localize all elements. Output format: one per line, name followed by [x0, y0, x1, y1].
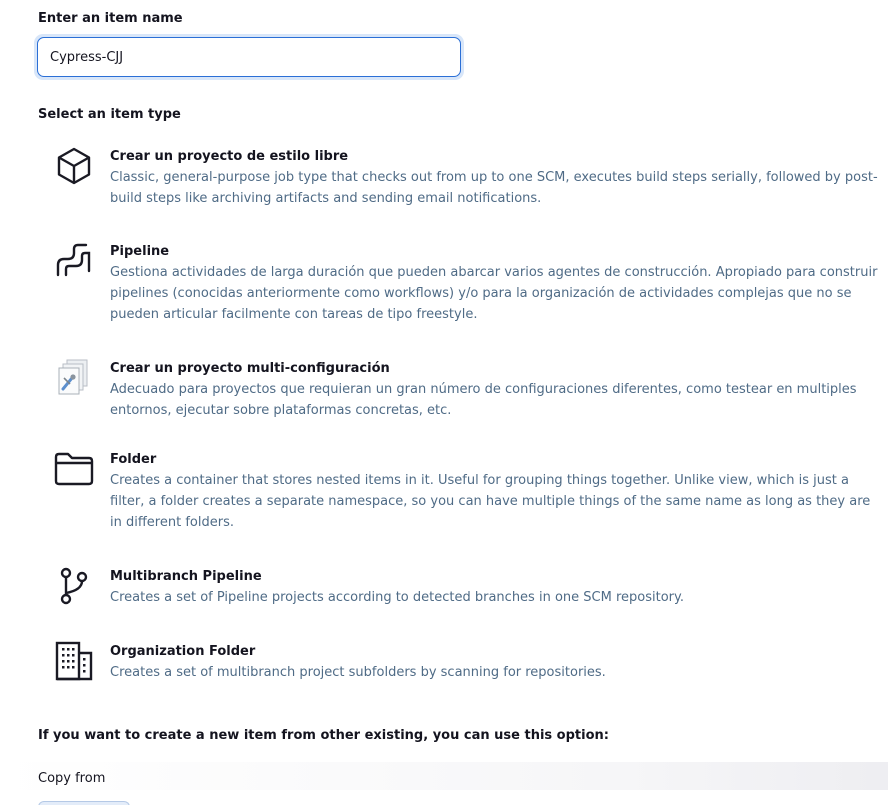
- item-description: Creates a set of multibranch project sub…: [110, 665, 606, 680]
- cube-icon: [54, 146, 94, 186]
- bottom-bar-shadow: [0, 762, 888, 790]
- item-description: Adecuado para proyectos que requieran un…: [110, 382, 857, 418]
- folder-icon: [54, 449, 94, 489]
- item-type-pipeline[interactable]: Pipeline Gestiona actividades de larga d…: [54, 241, 882, 325]
- item-name-input[interactable]: [37, 37, 461, 77]
- new-item-page: Enter an item name Select an item type C…: [0, 0, 888, 805]
- branch-icon: [54, 566, 94, 606]
- item-description: Creates a container that stores nested i…: [110, 473, 871, 530]
- item-title: Folder: [110, 452, 157, 467]
- item-type-label: Select an item type: [38, 107, 181, 122]
- multi-config-icon: [54, 358, 94, 398]
- item-name-label: Enter an item name: [38, 11, 183, 26]
- item-title: Organization Folder: [110, 644, 256, 659]
- item-type-freestyle[interactable]: Crear un proyecto de estilo libre Classi…: [54, 146, 882, 210]
- item-type-organization-folder[interactable]: Organization Folder Creates a set of mul…: [54, 641, 882, 685]
- pipeline-icon: [54, 241, 94, 281]
- copy-from-input[interactable]: [38, 801, 130, 805]
- item-title: Pipeline: [110, 244, 170, 259]
- item-type-folder[interactable]: Folder Creates a container that stores n…: [54, 449, 882, 533]
- item-description: Gestiona actividades de larga duración q…: [110, 265, 878, 322]
- item-title: Multibranch Pipeline: [110, 569, 262, 584]
- item-description: Classic, general-purpose job type that c…: [110, 170, 878, 206]
- copy-question: If you want to create a new item from ot…: [38, 728, 609, 743]
- item-type-multibranch-pipeline[interactable]: Multibranch Pipeline Creates a set of Pi…: [54, 566, 882, 610]
- item-type-multi-configuration[interactable]: Crear un proyecto multi-configuración Ad…: [54, 358, 882, 422]
- item-name-focus-ring: [34, 34, 464, 80]
- item-description: Creates a set of Pipeline projects accor…: [110, 590, 684, 605]
- item-title: Crear un proyecto multi-configuración: [110, 361, 390, 376]
- item-title: Crear un proyecto de estilo libre: [110, 149, 349, 164]
- building-icon: [54, 641, 94, 681]
- copy-from-label: Copy from: [38, 771, 106, 786]
